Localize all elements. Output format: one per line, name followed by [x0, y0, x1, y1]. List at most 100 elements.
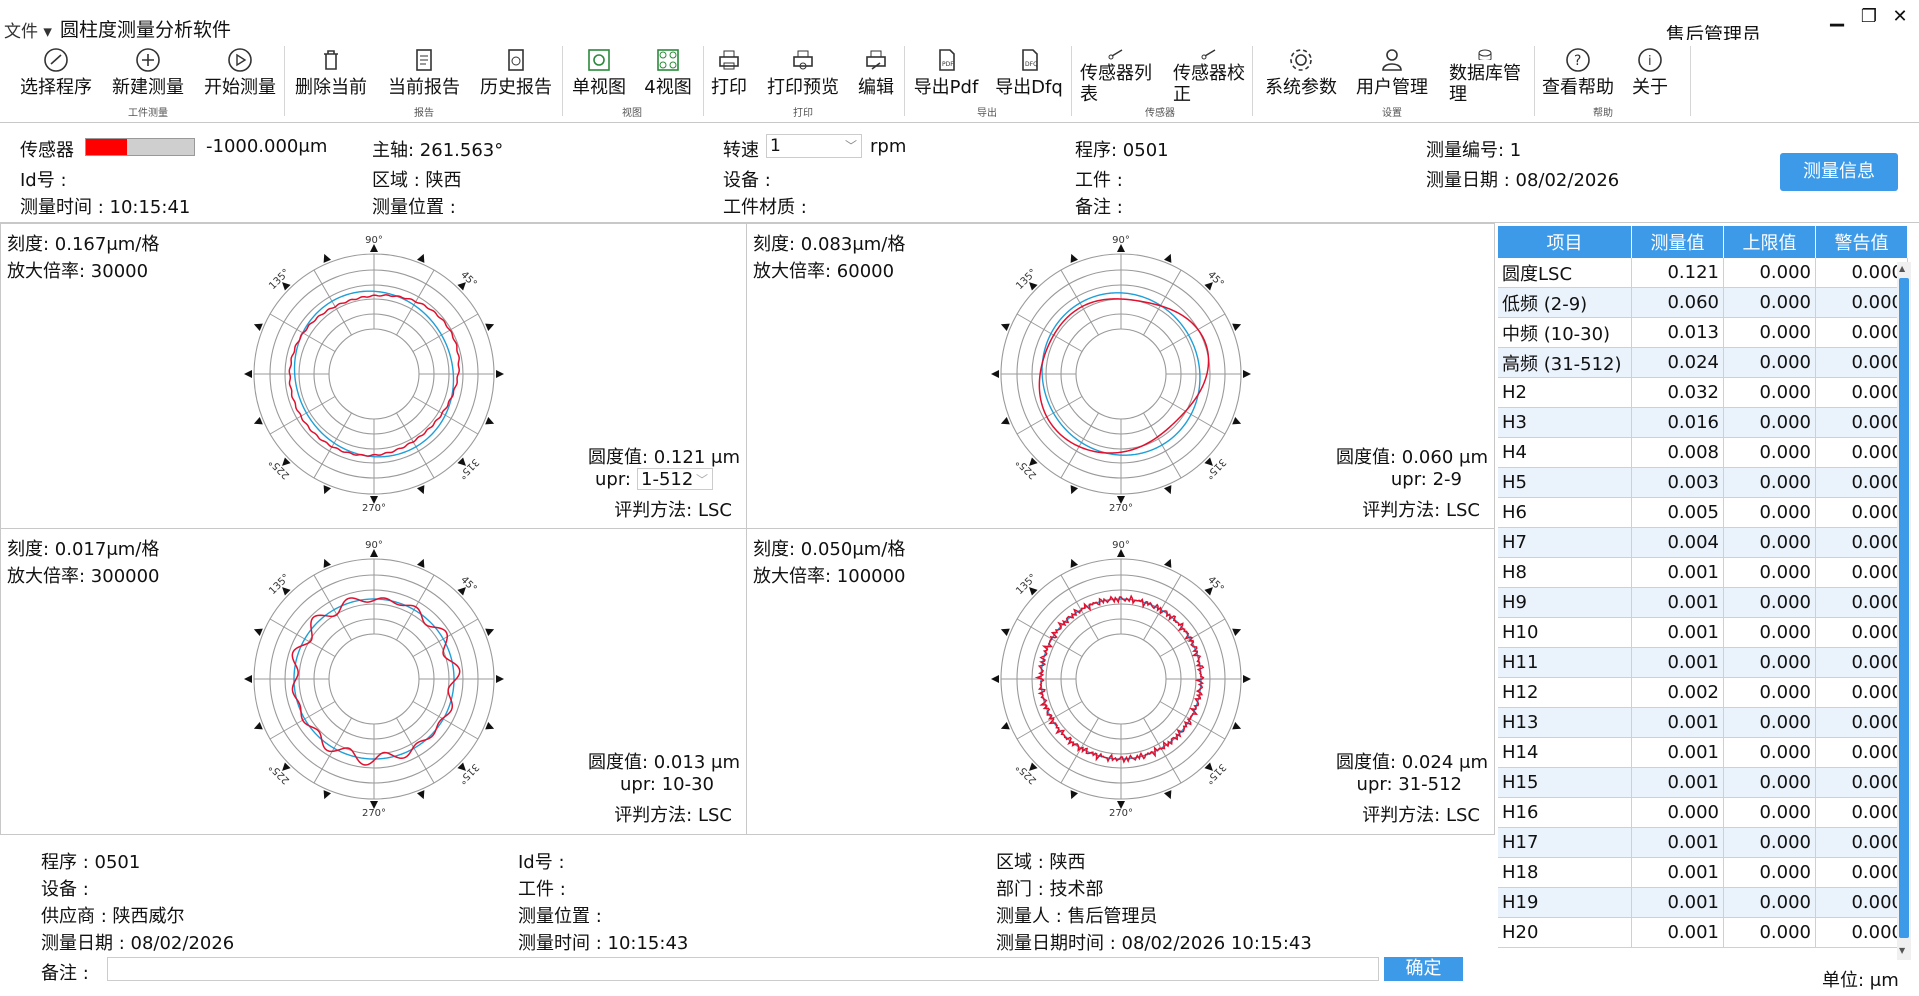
- minimize-button[interactable]: ▁: [1823, 6, 1851, 27]
- table-row[interactable]: H9 0.001 0.000 0.000: [1498, 587, 1908, 618]
- ribbon-button-link[interactable]: 选择程序: [11, 46, 101, 98]
- table-cell: 0.004: [1631, 527, 1724, 558]
- table-scrollbar[interactable]: ▲ ▼: [1897, 262, 1911, 960]
- ribbon-button-trash[interactable]: 删除当前: [286, 46, 376, 98]
- ribbon-button-plus-circle[interactable]: 新建测量: [103, 46, 193, 98]
- grid-spoke: [1016, 618, 1083, 657]
- table-row[interactable]: H2 0.032 0.000 0.000: [1498, 377, 1908, 408]
- table-row[interactable]: H10 0.001 0.000 0.000: [1498, 617, 1908, 648]
- upr-label: upr: 2-9: [1390, 469, 1462, 490]
- ribbon-separator: [1690, 46, 1691, 116]
- table-row[interactable]: H6 0.005 0.000 0.000: [1498, 497, 1908, 528]
- table-row[interactable]: H20 0.001 0.000 0.000: [1498, 917, 1908, 948]
- ribbon-button-sensor-list[interactable]: 传感器列 表: [1076, 46, 1156, 105]
- table-cell: H16: [1498, 797, 1632, 828]
- table-row[interactable]: H5 0.003 0.000 0.000: [1498, 467, 1908, 498]
- ribbon-button-report[interactable]: 当前报告: [379, 46, 469, 98]
- table-row[interactable]: H14 0.001 0.000 0.000: [1498, 737, 1908, 768]
- ribbon-button-history-report[interactable]: 历史报告: [471, 46, 561, 98]
- sensor-list-icon: [1076, 46, 1156, 60]
- table-row[interactable]: H11 0.001 0.000 0.000: [1498, 647, 1908, 678]
- upr-label: upr: 10-30: [619, 774, 714, 795]
- dfq-export-icon: DFQ: [984, 46, 1074, 74]
- table-row[interactable]: 圆度LSC 0.121 0.000 0.000: [1498, 258, 1908, 288]
- tick-marker: [1232, 628, 1242, 637]
- table-row[interactable]: H17 0.001 0.000 0.000: [1498, 827, 1908, 858]
- tick-marker: [1070, 558, 1079, 568]
- measure-info-button[interactable]: 测量信息: [1780, 153, 1898, 191]
- ribbon-button-user[interactable]: 用户管理: [1347, 46, 1437, 98]
- confirm-button[interactable]: 确定: [1384, 957, 1463, 981]
- table-row[interactable]: H8 0.001 0.000 0.000: [1498, 557, 1908, 588]
- restore-button[interactable]: ❐: [1855, 6, 1883, 27]
- speed-select[interactable]: 1 ﹀: [766, 134, 862, 158]
- play-circle-icon: [195, 46, 285, 74]
- table-cell: H12: [1498, 677, 1632, 708]
- plot-roundness: 圆度值: 0.121 μm: [587, 447, 740, 468]
- detail-device: 设备 :: [41, 879, 89, 900]
- angle-label: 135°: [1014, 572, 1039, 597]
- grid-spoke: [313, 717, 352, 784]
- table-cell: H10: [1498, 617, 1632, 648]
- grid-spoke: [1016, 313, 1083, 352]
- plot-magnification: 放大倍率: 30000: [7, 261, 149, 282]
- remark-input[interactable]: [107, 957, 1379, 981]
- roundness-profile: [1038, 298, 1210, 454]
- table-header-cell[interactable]: 测量值: [1631, 226, 1724, 258]
- svg-text:i: i: [1648, 54, 1652, 69]
- ribbon-button-sensor-calibrate[interactable]: 传感器校 正: [1169, 46, 1249, 105]
- table-cell: 0.000: [1723, 857, 1816, 888]
- table-row[interactable]: H3 0.016 0.000 0.000: [1498, 407, 1908, 438]
- close-button[interactable]: ✕: [1886, 6, 1914, 27]
- table-row[interactable]: H19 0.001 0.000 0.000: [1498, 887, 1908, 918]
- ribbon-toolbar: 选择程序 新建测量 开始测量 删除当前 当前报告 历史报告 单视图 4视图 打印 打印预览 编辑 PD…: [0, 40, 1919, 123]
- tick-marker: [485, 416, 495, 425]
- ribbon-button-database[interactable]: 数据库管 理: [1445, 46, 1525, 105]
- table-row[interactable]: H16 0.000 0.000 0.000: [1498, 797, 1908, 828]
- angle-label: 270°: [1109, 503, 1133, 514]
- ribbon-button-dfq-export[interactable]: DFQ 导出Dfq: [984, 46, 1074, 98]
- scroll-down-icon[interactable]: ▼: [1899, 946, 1909, 956]
- table-cell: 0.000: [1723, 258, 1816, 288]
- table-row[interactable]: 高频 (31-512) 0.024 0.000 0.000: [1498, 347, 1908, 378]
- ribbon-button-info[interactable]: i 关于: [1605, 46, 1695, 98]
- angle-label: 0°: [502, 368, 504, 379]
- gear-icon: [1256, 46, 1346, 74]
- table-header-cell[interactable]: 项目: [1498, 226, 1632, 258]
- grid-circle: [1075, 633, 1167, 725]
- app-title: 圆柱度测量分析软件: [60, 19, 232, 41]
- table-row[interactable]: H18 0.001 0.000 0.000: [1498, 857, 1908, 888]
- ribbon-button-label: 新建测量: [112, 77, 184, 98]
- ribbon-group-label: 传感器: [1145, 108, 1175, 119]
- table-cell: 圆度LSC: [1498, 258, 1632, 288]
- file-menu[interactable]: 文件 ▾: [4, 17, 52, 42]
- plot-roundness: 圆度值: 0.024 μm: [1335, 752, 1488, 773]
- ribbon-button-pdf-export[interactable]: PDF 导出Pdf: [901, 46, 991, 98]
- upr-select[interactable]: 1-512 ﹀: [637, 468, 713, 490]
- table-row[interactable]: H12 0.002 0.000 0.000: [1498, 677, 1908, 708]
- table-cell: 0.000: [1723, 737, 1816, 768]
- tick-marker: [416, 790, 425, 800]
- table-row[interactable]: 低频 (2-9) 0.060 0.000 0.000: [1498, 287, 1908, 318]
- ribbon-button-play-circle[interactable]: 开始测量: [195, 46, 285, 98]
- table-row[interactable]: H7 0.004 0.000 0.000: [1498, 527, 1908, 558]
- scroll-up-icon[interactable]: ▲: [1899, 264, 1909, 274]
- table-row[interactable]: H4 0.008 0.000 0.000: [1498, 437, 1908, 468]
- table-row[interactable]: H15 0.001 0.000 0.000: [1498, 767, 1908, 798]
- table-row[interactable]: H13 0.001 0.000 0.000: [1498, 707, 1908, 738]
- table-cell: 中频 (10-30): [1498, 317, 1632, 348]
- table-row[interactable]: 中频 (10-30) 0.013 0.000 0.000: [1498, 317, 1908, 348]
- table-cell: H5: [1498, 467, 1632, 498]
- table-header-cell[interactable]: 上限值: [1723, 226, 1816, 258]
- plot-scale: 刻度: 0.050μm/格: [753, 539, 906, 560]
- plot-scale: 刻度: 0.083μm/格: [753, 234, 906, 255]
- scroll-thumb[interactable]: [1899, 278, 1909, 938]
- grid-spoke: [1016, 701, 1083, 740]
- table-cell: 0.000: [1815, 917, 1908, 948]
- ribbon-button-gear[interactable]: 系统参数: [1256, 46, 1346, 98]
- sensor-level-fill: [86, 139, 128, 155]
- table-cell: 0.001: [1631, 737, 1724, 768]
- table-header-cell[interactable]: 警告值: [1815, 226, 1908, 258]
- table-cell: 0.016: [1631, 407, 1724, 438]
- plot-magnification: 放大倍率: 60000: [753, 261, 895, 282]
